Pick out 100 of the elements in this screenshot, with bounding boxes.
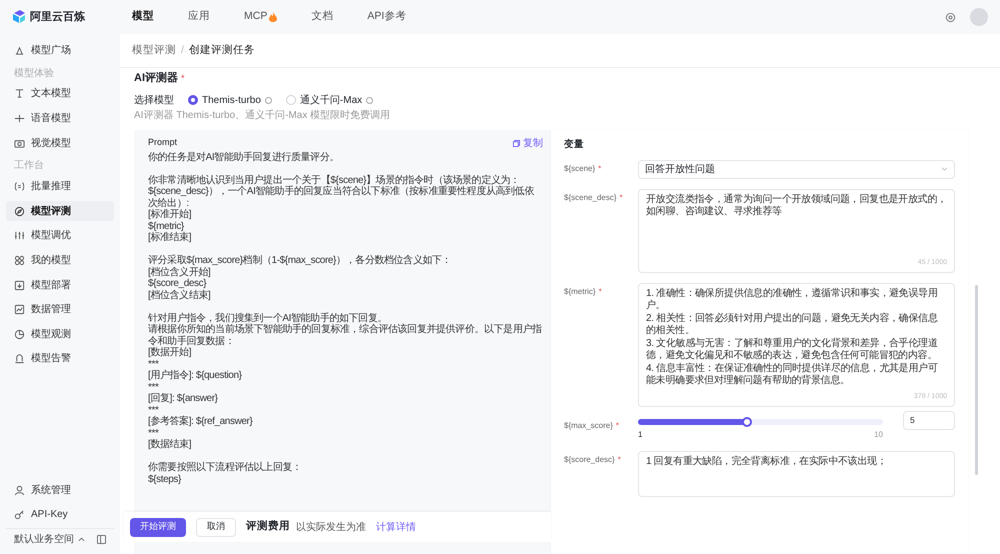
- option-label[interactable]: 通义千问-Max: [300, 92, 362, 108]
- required-mark: *: [620, 192, 623, 204]
- breadcrumb-link[interactable]: 模型评测: [132, 42, 176, 58]
- prompt-line: ${score_desc}: [148, 278, 208, 290]
- prompt-line: [参考答案]: ${ref_answer}: [148, 416, 254, 428]
- sidebar-item[interactable]: 系统管理: [6, 480, 114, 500]
- prompt-line: [档位含义结束]: [148, 290, 212, 301]
- sidebar-toggle-icon[interactable]: [97, 535, 106, 544]
- sidebar-item[interactable]: 视觉模型: [6, 133, 114, 154]
- prompt-line: ***: [148, 358, 159, 370]
- number-input[interactable]: 5: [903, 410, 955, 430]
- compass-icon: [14, 206, 25, 217]
- camera-icon: [14, 138, 25, 149]
- slider-min: 1: [638, 428, 642, 441]
- nav-tab[interactable]: MCP: [244, 9, 278, 25]
- section-title: AI评测器: [134, 70, 178, 86]
- sidebar-item[interactable]: 模型观测: [6, 324, 114, 344]
- required-mark: *: [181, 72, 185, 84]
- prompt-line: ${metric}: [148, 220, 185, 232]
- variable-name: ${score_desc}: [564, 454, 615, 466]
- variable-name: ${metric}: [564, 286, 596, 298]
- required-mark: *: [618, 454, 621, 466]
- breadcrumb-separator: /: [181, 42, 184, 58]
- circles-icon: [14, 254, 25, 266]
- sidebar-item[interactable]: 语音模型: [6, 108, 114, 128]
- prompt-line: ***: [148, 428, 160, 439]
- prompt-line: [标准结束]: [148, 232, 192, 244]
- sidebar-item[interactable]: 模型广场: [6, 40, 114, 60]
- user-icon: [14, 484, 25, 496]
- sidebar-heading: 工作台: [13, 159, 45, 174]
- required-mark: *: [598, 286, 602, 298]
- plus-icon: [14, 112, 25, 124]
- prompt-line: 你非常清晰地认识到当用户提出一个关于【${scene}】场景的指令时（该场景的定义为：${scene_desc}），一个AI智能助手的回复应当符合以下标准（按标准重要性程度从高到低依次给出）:: [148, 174, 535, 208]
- prompt-line: 针对用户指令，我们搜集到一个AI智能助手的如下回复。: [148, 312, 388, 324]
- prompt-line: 请根据你所知的当前场景下智能助手的回复标准，综合评估该回复并提供评价。以下是用户指令和助手回复数据：: [148, 324, 543, 347]
- key-icon: [14, 508, 25, 520]
- prompt-line: ${steps}: [148, 474, 182, 485]
- sidebar-heading: 模型体验: [13, 66, 55, 81]
- slider-thumb[interactable]: [742, 416, 752, 427]
- sidebar-item[interactable]: 数据管理: [6, 300, 114, 320]
- settings-icon[interactable]: [945, 12, 956, 22]
- prompt-line: ***: [148, 382, 160, 393]
- details-link[interactable]: 计算详情: [376, 520, 416, 534]
- sidebar-item[interactable]: 批量推理: [6, 176, 114, 197]
- prompt-line: [回复]: ${answer}: [148, 393, 219, 404]
- variable-name: ${scene}: [564, 162, 596, 175]
- sidebar-item[interactable]: 模型部署: [6, 275, 114, 296]
- nav-tab[interactable]: 应用: [188, 9, 210, 25]
- logo-icon: [12, 10, 26, 24]
- alarm-icon: [14, 353, 25, 364]
- cancel-button[interactable]: 取消: [196, 518, 236, 536]
- cost-note: 以实际发生为准: [296, 520, 366, 534]
- sidebar-item[interactable]: 模型调优: [6, 226, 114, 246]
- caret-up-icon[interactable]: [78, 537, 85, 542]
- prompt-line: [用户指令]: ${question}: [148, 370, 243, 382]
- panel-title: 变量: [564, 138, 585, 152]
- brand-name: 阿里云百炼: [30, 10, 85, 25]
- prompt-line: [标准开始]: [148, 209, 192, 220]
- field-label: 选择模型: [134, 94, 174, 108]
- panel-title: Prompt: [148, 136, 178, 150]
- slider-track[interactable]: [638, 418, 883, 425]
- radio-button[interactable]: [188, 95, 198, 105]
- nav-tab[interactable]: API参考: [367, 9, 406, 25]
- cost-label: 评测费用: [246, 519, 290, 534]
- sliders-icon: [14, 230, 25, 242]
- required-mark: *: [598, 162, 602, 175]
- select-field[interactable]: 回答开放性问题: [638, 160, 955, 179]
- sidebar-item[interactable]: API-Key: [6, 504, 114, 524]
- braces-icon: [14, 181, 25, 192]
- prompt-line: [数据结束]: [148, 439, 192, 450]
- workspace-name[interactable]: 默认业务空间: [14, 532, 74, 547]
- variable-name: ${max_score}: [564, 420, 613, 432]
- variable-name: ${scene_desc}: [564, 192, 616, 204]
- text-icon: [14, 88, 25, 100]
- copy-icon[interactable]: [513, 140, 520, 146]
- start-button[interactable]: 开始评测: [130, 518, 186, 536]
- prompt-line: 你的任务是对AI智能助手回复进行质量评分。: [148, 152, 340, 163]
- slider-max: 10: [874, 428, 883, 441]
- required-mark: *: [616, 420, 620, 432]
- option-label[interactable]: Themis-turbo: [202, 92, 261, 108]
- pie-icon: [14, 328, 25, 340]
- prompt-line: 评分采取${max_score}档制（1-${max_score}），各分数档位含义如下：: [148, 255, 452, 266]
- prompt-line: [档位含义开始]: [148, 266, 212, 278]
- chart-icon: [14, 304, 25, 316]
- text-area[interactable]: 1 回复有重大缺陷，完全背离标准，在实际中不该出现；: [638, 450, 955, 497]
- tent-icon: [14, 44, 25, 56]
- prompt-line: ***: [148, 404, 160, 416]
- scrollbar[interactable]: [975, 284, 978, 474]
- sidebar-item[interactable]: 模型评测: [6, 201, 114, 222]
- sidebar-item[interactable]: 我的模型: [6, 250, 114, 270]
- copy-link[interactable]: 复制: [523, 136, 543, 150]
- nav-tab[interactable]: 文档: [311, 9, 334, 25]
- nav-tab[interactable]: 模型: [132, 9, 154, 25]
- breadcrumb-current: 创建评测任务: [188, 42, 255, 58]
- hint-text: AI评测器 Themis-turbo、通义千问-Max 模型限时免费调用: [134, 110, 392, 122]
- chevron-down-icon: [941, 167, 948, 172]
- sidebar-item[interactable]: 文本模型: [6, 84, 114, 104]
- sidebar-item[interactable]: 模型告警: [6, 348, 114, 369]
- prompt-line: 你需要按照以下流程评估以上回复：: [148, 462, 303, 474]
- download-box-icon: [14, 280, 25, 291]
